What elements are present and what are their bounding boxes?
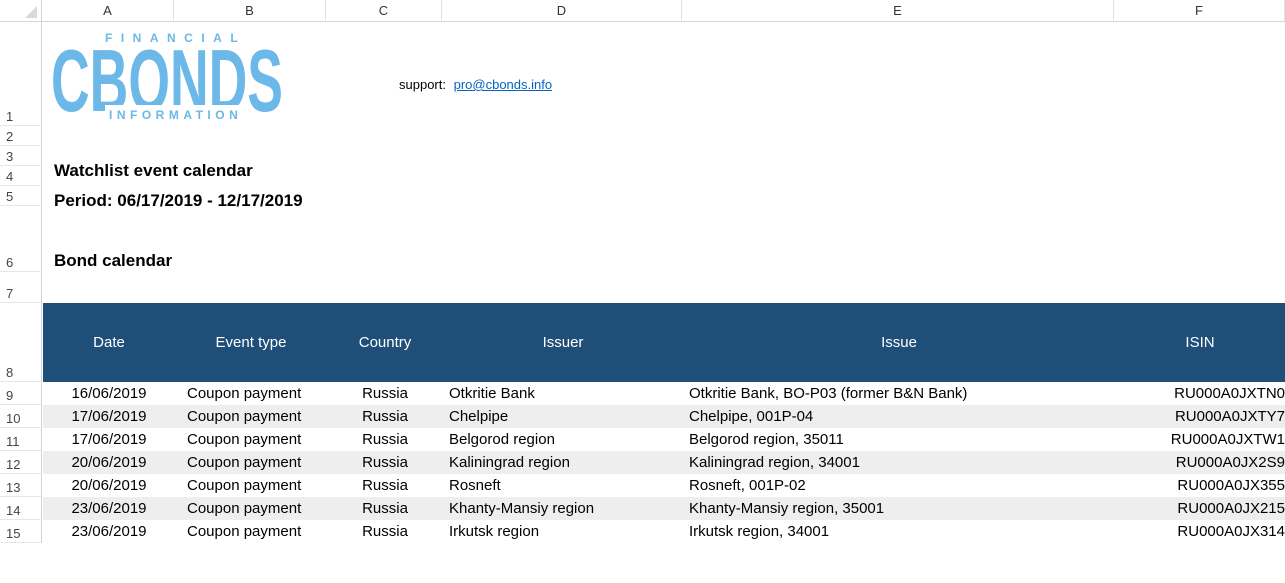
row-header[interactable]: 15 <box>0 520 42 543</box>
cell-isin[interactable]: RU000A0JX215 <box>1115 500 1285 517</box>
select-all-triangle-icon <box>25 6 37 18</box>
cell-issue[interactable]: Otkritie Bank, BO-P03 (former B&N Bank) <box>683 385 1115 402</box>
row-header[interactable]: 12 <box>0 451 42 474</box>
column-header-b[interactable]: B <box>174 0 326 22</box>
cell-country[interactable]: Russia <box>327 408 443 425</box>
cell-isin[interactable]: RU000A0JXTY7 <box>1115 408 1285 425</box>
worksheet[interactable]: FINANCIAL CBONDS INFORMATION support: pr… <box>43 22 1285 583</box>
header-issue[interactable]: Issue <box>683 303 1115 382</box>
cell-event-type[interactable]: Coupon payment <box>175 454 327 471</box>
cell-isin[interactable]: RU000A0JX314 <box>1115 523 1285 540</box>
report-title: Watchlist event calendar <box>54 161 253 180</box>
cell-issue[interactable]: Rosneft, 001P-02 <box>683 477 1115 494</box>
support-email-link[interactable]: pro@cbonds.info <box>454 77 552 92</box>
header-isin[interactable]: ISIN <box>1115 303 1285 382</box>
cell-issue[interactable]: Chelpipe, 001P-04 <box>683 408 1115 425</box>
cell-country[interactable]: Russia <box>327 500 443 517</box>
cell-isin[interactable]: RU000A0JXTN0 <box>1115 385 1285 402</box>
row-header[interactable]: 1 <box>0 22 42 126</box>
row-header[interactable]: 5 <box>0 186 42 206</box>
cell-issue[interactable]: Irkutsk region, 34001 <box>683 523 1115 540</box>
row-header[interactable]: 7 <box>0 272 42 303</box>
cell-issue[interactable]: Khanty-Mansiy region, 35001 <box>683 500 1115 517</box>
column-header-a[interactable]: A <box>42 0 174 22</box>
cell-country[interactable]: Russia <box>327 431 443 448</box>
cell-issue[interactable]: Belgorod region, 35011 <box>683 431 1115 448</box>
cell-isin[interactable]: RU000A0JX355 <box>1115 477 1285 494</box>
cell-date[interactable]: 23/06/2019 <box>43 500 175 517</box>
row-header[interactable]: 6 <box>0 206 42 272</box>
row-header[interactable]: 2 <box>0 126 42 146</box>
report-period: Period: 06/17/2019 - 12/17/2019 <box>54 191 303 210</box>
table-body: 16/06/2019 Coupon payment Russia Otkriti… <box>43 382 1285 543</box>
cell-date[interactable]: 17/06/2019 <box>43 431 175 448</box>
row-header[interactable]: 11 <box>0 428 42 451</box>
cell-isin[interactable]: RU000A0JX2S9 <box>1115 454 1285 471</box>
column-header-e[interactable]: E <box>682 0 1114 22</box>
row-header[interactable]: 13 <box>0 474 42 497</box>
cell-isin[interactable]: RU000A0JXTW1 <box>1115 431 1285 448</box>
header-event-type[interactable]: Event type <box>175 303 327 382</box>
table-header: Date Event type Country Issuer Issue ISI… <box>43 303 1285 382</box>
table-row[interactable]: 16/06/2019 Coupon payment Russia Otkriti… <box>43 382 1285 405</box>
column-header-c[interactable]: C <box>326 0 442 22</box>
column-header-d[interactable]: D <box>442 0 682 22</box>
cell-date[interactable]: 20/06/2019 <box>43 454 175 471</box>
cell-event-type[interactable]: Coupon payment <box>175 385 327 402</box>
cbonds-logo: FINANCIAL CBONDS INFORMATION <box>51 31 283 125</box>
header-country[interactable]: Country <box>327 303 443 382</box>
cell-event-type[interactable]: Coupon payment <box>175 477 327 494</box>
logo-bottom-text: INFORMATION <box>109 108 242 122</box>
header-date[interactable]: Date <box>43 303 175 382</box>
table-row[interactable]: 23/06/2019 Coupon payment Russia Irkutsk… <box>43 520 1285 543</box>
row-header[interactable]: 14 <box>0 497 42 520</box>
cell-issuer[interactable]: Otkritie Bank <box>443 385 683 402</box>
table-row[interactable]: 17/06/2019 Coupon payment Russia Chelpip… <box>43 405 1285 428</box>
cell-issuer[interactable]: Chelpipe <box>443 408 683 425</box>
table-row[interactable]: 17/06/2019 Coupon payment Russia Belgoro… <box>43 428 1285 451</box>
cell-date[interactable]: 16/06/2019 <box>43 385 175 402</box>
cell-issuer[interactable]: Irkutsk region <box>443 523 683 540</box>
cell-country[interactable]: Russia <box>327 477 443 494</box>
section-title: Bond calendar <box>54 251 173 270</box>
cell-issuer[interactable]: Rosneft <box>443 477 683 494</box>
cell-country[interactable]: Russia <box>327 385 443 402</box>
column-header-bar: A B C D E F <box>0 0 1285 22</box>
table-row[interactable]: 20/06/2019 Coupon payment Russia Rosneft… <box>43 474 1285 497</box>
table-row[interactable]: 20/06/2019 Coupon payment Russia Kalinin… <box>43 451 1285 474</box>
row-header[interactable]: 8 <box>0 303 42 382</box>
cell-issuer[interactable]: Khanty-Mansiy region <box>443 500 683 517</box>
cell-country[interactable]: Russia <box>327 523 443 540</box>
cell-event-type[interactable]: Coupon payment <box>175 500 327 517</box>
cell-date[interactable]: 23/06/2019 <box>43 523 175 540</box>
select-all-corner[interactable] <box>0 0 42 22</box>
cell-issuer[interactable]: Kaliningrad region <box>443 454 683 471</box>
row-header[interactable]: 10 <box>0 405 42 428</box>
cell-issue[interactable]: Kaliningrad region, 34001 <box>683 454 1115 471</box>
row-header[interactable]: 9 <box>0 382 42 405</box>
column-header-f[interactable]: F <box>1114 0 1285 22</box>
cell-country[interactable]: Russia <box>327 454 443 471</box>
cell-event-type[interactable]: Coupon payment <box>175 408 327 425</box>
cell-date[interactable]: 17/06/2019 <box>43 408 175 425</box>
support-label: support: <box>399 77 446 92</box>
row-header[interactable]: 3 <box>0 146 42 166</box>
cell-event-type[interactable]: Coupon payment <box>175 431 327 448</box>
table-row[interactable]: 23/06/2019 Coupon payment Russia Khanty-… <box>43 497 1285 520</box>
row-header[interactable]: 4 <box>0 166 42 186</box>
cell-issuer[interactable]: Belgorod region <box>443 431 683 448</box>
cell-date[interactable]: 20/06/2019 <box>43 477 175 494</box>
cell-event-type[interactable]: Coupon payment <box>175 523 327 540</box>
support-line: support: pro@cbonds.info <box>399 77 552 92</box>
header-issuer[interactable]: Issuer <box>443 303 683 382</box>
